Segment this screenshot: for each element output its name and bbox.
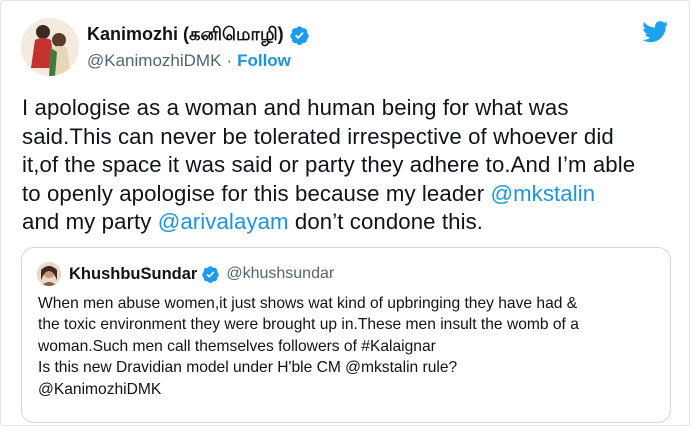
mention-link-arivalayam[interactable]: @arivalayam	[158, 209, 289, 234]
quoted-tweet-header: KhushbuSundar @khushsundar	[37, 262, 334, 286]
quoted-tweet[interactable]: KhushbuSundar @khushsundar When men abus…	[21, 247, 671, 423]
tweet-line-text: and my party	[22, 209, 158, 235]
verified-badge-icon	[289, 26, 309, 45]
quoted-tweet-line: Is this new Dravidian model under H'ble …	[38, 359, 458, 377]
author-avatar-image	[21, 18, 79, 76]
tweet-line: and my party @arivalayam don’t condone t…	[22, 208, 682, 237]
quoted-author-avatar	[37, 262, 61, 286]
quoted-tweet-line: woman.Such men call themselves followers…	[38, 337, 436, 355]
embedded-tweet-card: Kanimozhi (கனிமொழி) @KanimozhiDMK · Follow…	[0, 0, 690, 426]
mention-link-mkstalin[interactable]: @mkstalin	[490, 181, 595, 206]
tweet-line: I apologise as a woman and human being f…	[22, 95, 569, 120]
twitter-bird-icon[interactable]	[642, 21, 669, 43]
author-avatar[interactable]	[21, 18, 79, 76]
quoted-avatar-image	[37, 262, 61, 286]
tweet-line-text: to openly apologise for this because my …	[22, 180, 491, 206]
follow-button[interactable]: Follow	[237, 51, 291, 70]
separator-dot: ·	[226, 51, 233, 70]
quoted-author-display-name: KhushbuSundar	[69, 264, 198, 283]
quoted-author-handle: @khushsundar	[226, 265, 335, 282]
tweet-body: I apologise as a woman and human being f…	[22, 94, 682, 237]
tweet-header: Kanimozhi (கனிமொழி) @KanimozhiDMK · Follow	[21, 18, 671, 76]
tweet-line: to openly apologise for this because my …	[22, 180, 682, 209]
tweet-line: said.This can never be tolerated irrespe…	[22, 123, 614, 149]
author-handle[interactable]: @KanimozhiDMK	[87, 51, 221, 70]
tweet-line-text: don’t condone this.	[288, 209, 484, 235]
quoted-tweet-body: When men abuse women,it just shows wat k…	[38, 293, 663, 400]
quoted-tweet-line: the toxic environment they were brought …	[38, 316, 579, 334]
author-handle-row: @KanimozhiDMK · Follow	[87, 51, 291, 71]
quoted-tweet-line: @KanimozhiDMK	[38, 380, 162, 398]
quoted-tweet-line: When men abuse women,it just shows wat k…	[38, 295, 578, 312]
author-display-name[interactable]: Kanimozhi (கனிமொழி)	[87, 24, 284, 47]
verified-badge-icon	[202, 265, 220, 283]
tweet-line: it,of the space it was said or party the…	[22, 152, 636, 178]
